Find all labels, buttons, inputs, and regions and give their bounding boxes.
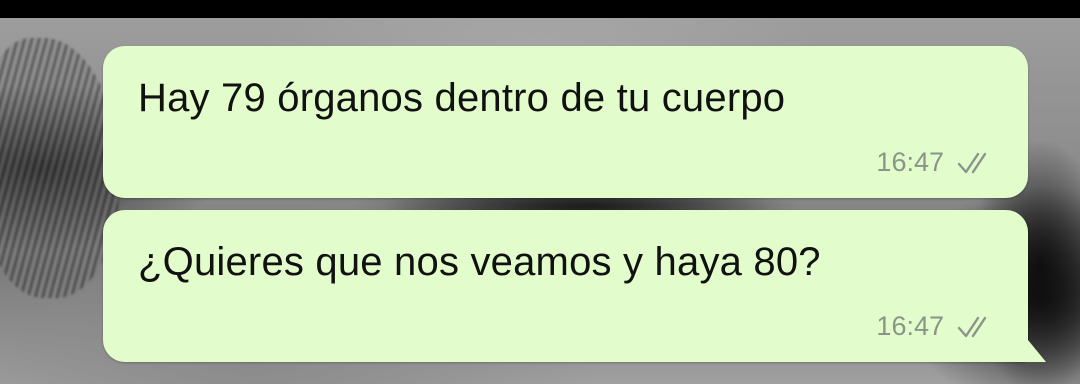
message-text: Hay 79 órganos dentro de tu cuerpo <box>138 76 786 120</box>
double-check-icon <box>956 150 994 176</box>
bubble-tail <box>1010 318 1046 362</box>
wallpaper-hair-shape <box>0 38 120 298</box>
message-time: 16:47 <box>876 311 944 341</box>
double-check-icon <box>956 314 994 340</box>
message-meta: 16:47 <box>876 147 994 178</box>
message-meta: 16:47 <box>876 311 994 342</box>
message-text: ¿Quieres que nos veamos y haya 80? <box>138 240 821 284</box>
message-bubble[interactable]: Hay 79 órganos dentro de tu cuerpo 16:47 <box>103 46 1028 198</box>
message-bubble[interactable]: ¿Quieres que nos veamos y haya 80? 16:47 <box>103 210 1028 362</box>
message-time: 16:47 <box>876 147 944 177</box>
